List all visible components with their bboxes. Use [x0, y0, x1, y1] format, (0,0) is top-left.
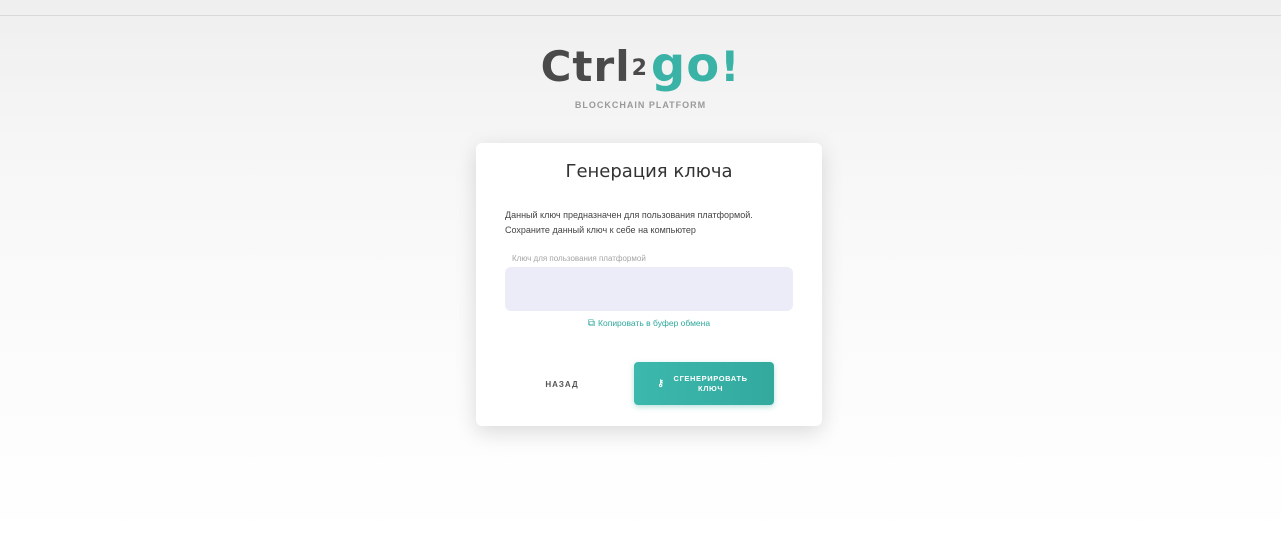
key-field-label: Ключ для пользования платформой — [512, 254, 646, 263]
back-button[interactable]: НАЗАД — [528, 372, 596, 396]
key-input[interactable] — [505, 267, 793, 311]
top-divider — [0, 15, 1281, 16]
logo-text-go: go — [650, 37, 721, 93]
logo-tagline: BLOCKCHAIN PLATFORM — [574, 100, 707, 110]
generate-button-label: СГЕНЕРИРОВАТЬ КЛЮЧ — [673, 373, 748, 393]
copy-link-label: Копировать в буфер обмена — [598, 318, 711, 328]
key-icon: ⚷ — [657, 378, 665, 388]
card-title: Генерация ключа — [565, 161, 733, 182]
logo-superscript: 2 — [631, 56, 648, 81]
generate-key-button[interactable]: ⚷ СГЕНЕРИРОВАТЬ КЛЮЧ — [634, 362, 774, 405]
copy-to-clipboard-link[interactable]: ⧉ Копировать в буфер обмена — [476, 318, 822, 329]
logo-text-exclaim: ! — [720, 42, 741, 91]
card-description: Данный ключ предназначен для пользования… — [505, 210, 753, 235]
logo-wordmark: Ctrl2go! — [0, 40, 1281, 92]
copy-icon: ⧉ — [587, 318, 596, 329]
brand-logo: Ctrl2go! BLOCKCHAIN PLATFORM — [0, 40, 1281, 110]
logo-text-ctrl: Ctrl — [540, 42, 631, 91]
key-generation-card: Генерация ключа Данный ключ предназначен… — [476, 143, 822, 426]
